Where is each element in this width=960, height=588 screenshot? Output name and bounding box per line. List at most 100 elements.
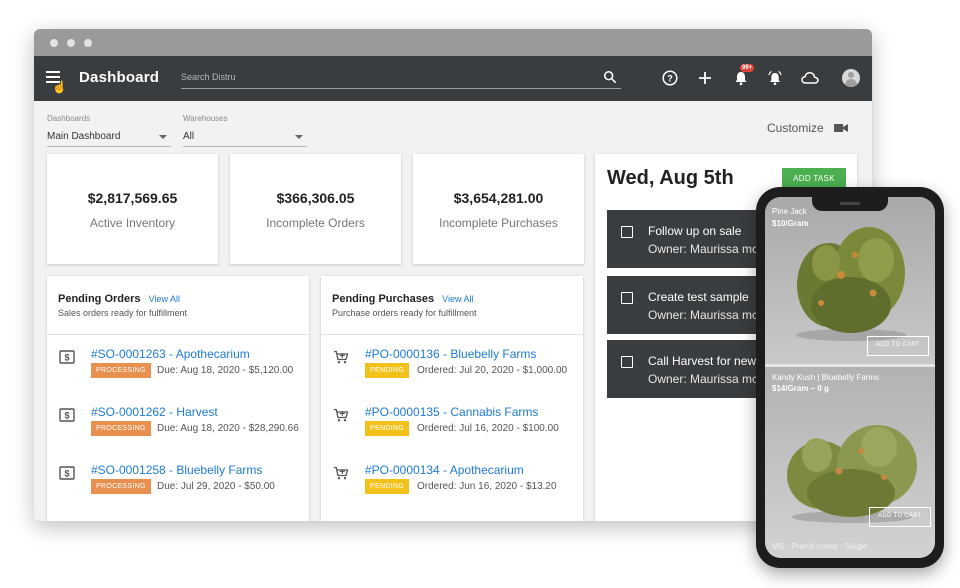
order-link[interactable]: #SO-0001262 - Harvest bbox=[91, 405, 218, 419]
stat-label: Incomplete Purchases bbox=[439, 216, 558, 230]
divider bbox=[47, 334, 309, 335]
cart-add-icon bbox=[334, 350, 349, 364]
window-dot-maximize[interactable] bbox=[84, 39, 92, 47]
svg-text:$: $ bbox=[64, 353, 69, 363]
phone-screen: Pine Jack $10/Gram ADD TO CART Kandy Kus… bbox=[765, 197, 935, 558]
product-card[interactable]: Kandy Kush | Bluebelly Farms $14/Gram – … bbox=[765, 367, 935, 558]
customize-button[interactable]: Customize bbox=[767, 121, 824, 135]
list-item[interactable]: #PO-0000134 - Apothecarium PENDING Order… bbox=[321, 463, 583, 507]
list-item[interactable]: $ #SO-0001258 - Bluebelly Farms PROCESSI… bbox=[47, 463, 309, 507]
task-owner: Owner: Maurissa mcc bbox=[648, 242, 765, 256]
cannabis-bud-image bbox=[796, 227, 906, 341]
cart-add-icon bbox=[334, 408, 349, 422]
dollar-receipt-icon: $ bbox=[59, 466, 75, 480]
task-checkbox[interactable] bbox=[621, 292, 633, 304]
pending-orders-view-all-link[interactable]: View All bbox=[149, 294, 180, 304]
list-item[interactable]: $ #SO-0001263 - Apothecarium PROCESSING … bbox=[47, 347, 309, 391]
task-checkbox[interactable] bbox=[621, 226, 633, 238]
phone-mockup: Pine Jack $10/Gram ADD TO CART Kandy Kus… bbox=[756, 187, 944, 568]
app-header: ☝ Dashboard Search Distru ? 99+ bbox=[34, 56, 872, 101]
cloud-icon[interactable] bbox=[801, 69, 819, 87]
purchase-link[interactable]: #PO-0000135 - Cannabis Farms bbox=[365, 405, 538, 419]
task-owner: Owner: Maurissa mcc bbox=[648, 308, 765, 322]
dollar-receipt-icon: $ bbox=[59, 350, 75, 364]
add-to-cart-button[interactable]: ADD TO CART bbox=[867, 336, 929, 356]
video-camera-icon[interactable] bbox=[834, 123, 848, 133]
purchase-meta: Ordered: Jun 16, 2020 - $13.20 bbox=[417, 481, 557, 492]
pending-purchases-card: Pending Purchases View All Purchase orde… bbox=[321, 276, 583, 521]
dashboards-label: Dashboards bbox=[47, 114, 91, 123]
warehouses-label: Warehouses bbox=[183, 114, 228, 123]
order-link[interactable]: #SO-0001258 - Bluebelly Farms bbox=[91, 463, 262, 477]
list-item[interactable]: #PO-0000135 - Cannabis Farms PENDING Ord… bbox=[321, 405, 583, 449]
status-badge: PENDING bbox=[365, 479, 409, 494]
order-link[interactable]: #SO-0001263 - Apothecarium bbox=[91, 347, 250, 361]
warehouse-select[interactable]: All bbox=[183, 127, 307, 147]
pending-orders-subtitle: Sales orders ready for fulfillment bbox=[58, 308, 188, 318]
cart-add-icon bbox=[334, 466, 349, 480]
product-price: $14/Gram – 0 g bbox=[772, 384, 829, 393]
chevron-down-icon bbox=[295, 135, 303, 139]
pending-orders-title: Pending Orders bbox=[58, 293, 141, 305]
task-item[interactable]: Follow up on sale Owner: Maurissa mcc bbox=[607, 210, 777, 268]
purchase-meta: Ordered: Jul 16, 2020 - $100.00 bbox=[417, 423, 559, 434]
page-title: Dashboard bbox=[79, 69, 160, 86]
alarm-bell-icon[interactable] bbox=[766, 69, 784, 87]
stat-value: $2,817,569.65 bbox=[87, 190, 178, 206]
task-item[interactable]: Call Harvest for new o Owner: Maurissa m… bbox=[607, 340, 777, 398]
phone-notch bbox=[812, 197, 888, 211]
order-meta: Due: Aug 18, 2020 - $5,120.00 bbox=[157, 365, 294, 376]
stat-label: Incomplete Orders bbox=[266, 216, 365, 230]
pending-orders-card: Pending Orders View All Sales orders rea… bbox=[47, 276, 309, 521]
help-icon[interactable]: ? bbox=[661, 69, 679, 87]
order-meta: Due: Aug 18, 2020 - $28,290.66 bbox=[157, 423, 299, 434]
pending-purchases-title: Pending Purchases bbox=[332, 293, 435, 305]
dashboard-select[interactable]: Main Dashboard bbox=[47, 127, 171, 147]
divider bbox=[321, 334, 583, 335]
status-badge: PENDING bbox=[365, 421, 409, 436]
stat-card-incomplete-orders[interactable]: $366,306.05 Incomplete Orders bbox=[230, 154, 401, 264]
status-badge: PROCESSING bbox=[91, 479, 151, 494]
stat-value: $3,654,281.00 bbox=[453, 190, 544, 206]
search-input[interactable]: Search Distru bbox=[181, 68, 621, 89]
browser-window: ☝ Dashboard Search Distru ? 99+ Dashboar… bbox=[34, 29, 872, 521]
search-icon[interactable] bbox=[603, 70, 617, 84]
dollar-receipt-icon: $ bbox=[59, 408, 75, 422]
task-title: Follow up on sale bbox=[648, 224, 742, 238]
svg-text:$: $ bbox=[64, 411, 69, 421]
stat-label: Active Inventory bbox=[89, 216, 176, 230]
task-title: Call Harvest for new o bbox=[648, 354, 767, 368]
stat-card-incomplete-purchases[interactable]: $3,654,281.00 Incomplete Purchases bbox=[413, 154, 584, 264]
purchase-link[interactable]: #PO-0000136 - Bluebelly Farms bbox=[365, 347, 536, 361]
window-dot-minimize[interactable] bbox=[67, 39, 75, 47]
svg-text:?: ? bbox=[667, 74, 673, 84]
purchase-link[interactable]: #PO-0000134 - Apothecarium bbox=[365, 463, 524, 477]
next-product-label: MB - Preroll cones - Single bbox=[772, 542, 868, 551]
dashboard-select-value: Main Dashboard bbox=[47, 131, 121, 142]
stat-card-active-inventory[interactable]: $2,817,569.65 Active Inventory bbox=[47, 154, 218, 264]
add-to-cart-button[interactable]: ADD TO CART bbox=[869, 507, 931, 527]
product-name: Kandy Kush | Bluebelly Farms bbox=[772, 373, 880, 382]
purchase-meta: Ordered: Jul 20, 2020 - $1,000.00 bbox=[417, 365, 568, 376]
chevron-down-icon bbox=[159, 135, 167, 139]
stat-value: $366,306.05 bbox=[276, 190, 355, 206]
list-item[interactable]: #PO-0000136 - Bluebelly Farms PENDING Or… bbox=[321, 347, 583, 391]
status-badge: PROCESSING bbox=[91, 421, 151, 436]
status-badge: PENDING bbox=[365, 363, 409, 378]
tasks-date: Wed, Aug 5th bbox=[607, 167, 734, 189]
task-checkbox[interactable] bbox=[621, 356, 633, 368]
avatar[interactable] bbox=[842, 69, 860, 87]
search-placeholder: Search Distru bbox=[181, 72, 236, 82]
notification-badge: 99+ bbox=[740, 64, 755, 72]
add-icon[interactable] bbox=[696, 69, 714, 87]
product-card[interactable]: Pine Jack $10/Gram ADD TO CART bbox=[765, 197, 935, 364]
task-owner: Owner: Maurissa mcc bbox=[648, 372, 765, 386]
order-meta: Due: Jul 29, 2020 - $50.00 bbox=[157, 481, 275, 492]
pending-purchases-subtitle: Purchase orders ready for fulfillment bbox=[332, 308, 477, 318]
task-item[interactable]: Create test sample Owner: Maurissa mcc bbox=[607, 276, 777, 334]
pending-purchases-view-all-link[interactable]: View All bbox=[442, 294, 473, 304]
browser-titlebar bbox=[34, 29, 872, 56]
window-dot-close[interactable] bbox=[50, 39, 58, 47]
list-item[interactable]: $ #SO-0001262 - Harvest PROCESSING Due: … bbox=[47, 405, 309, 449]
warehouse-select-value: All bbox=[183, 131, 195, 142]
